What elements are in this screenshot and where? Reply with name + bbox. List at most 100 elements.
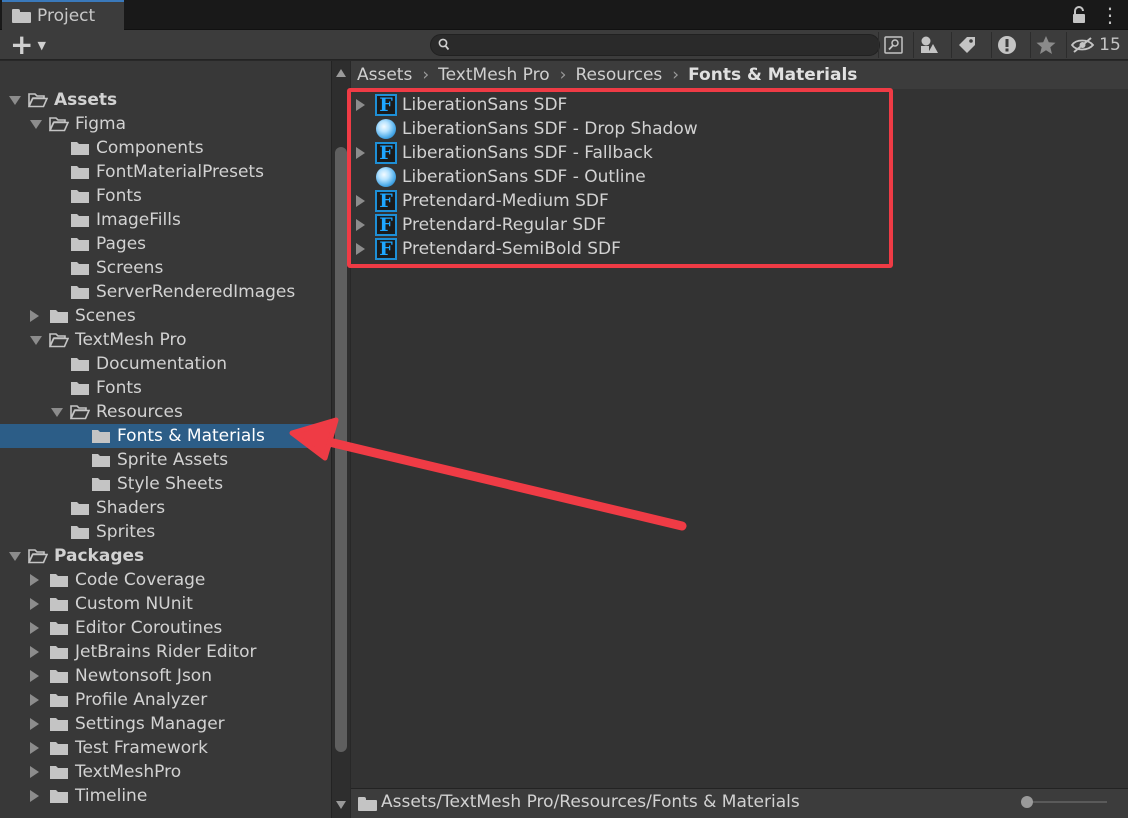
tree-item-label: Screens [96,258,164,278]
more-options-icon[interactable]: ⋮ [1100,5,1120,25]
search-field[interactable] [430,34,880,56]
asset-item[interactable]: F LiberationSans SDF [351,93,1128,117]
hidden-packages-count: 15 [1099,35,1121,55]
filter-by-label-button[interactable] [951,32,981,58]
slider-knob[interactable] [1021,796,1033,808]
expand-arrow-down-icon[interactable] [9,96,21,105]
hidden-packages-toggle[interactable]: 15 [1066,32,1124,58]
asset-item[interactable]: LiberationSans SDF - Drop Shadow [351,117,1128,141]
tree-item[interactable]: TextMeshPro [0,760,331,784]
tree-item[interactable]: JetBrains Rider Editor [0,640,331,664]
warning-icon [997,36,1016,54]
expand-arrow-right-icon[interactable] [30,742,39,754]
expand-arrow-down-icon[interactable] [30,120,42,129]
icon-size-slider[interactable] [1021,792,1111,812]
expand-arrow-right-icon[interactable] [30,646,39,658]
tree-item[interactable]: ImageFills [0,208,331,232]
tree-item[interactable]: FontMaterialPresets [0,160,331,184]
tree-item[interactable]: Fonts [0,376,331,400]
tree-item-label: Packages [54,546,145,566]
breadcrumb-assets[interactable]: Assets [357,65,412,85]
tree-item[interactable]: Fonts & Materials [0,424,331,448]
tree-item[interactable]: TextMesh Pro [0,328,331,352]
folder-icon [70,260,89,275]
expand-arrow-right-icon[interactable] [30,574,39,586]
tree-item[interactable]: Custom NUnit [0,592,331,616]
asset-item[interactable]: LiberationSans SDF - Outline [351,165,1128,189]
search-by-type-button[interactable] [878,32,908,58]
expand-arrow-down-icon[interactable] [30,336,42,345]
search-input[interactable] [455,37,865,53]
folder-icon [49,788,68,803]
asset-item[interactable]: F Pretendard-Regular SDF [351,213,1128,237]
tree-item[interactable]: Editor Coroutines [0,616,331,640]
tree-item[interactable]: Packages [0,544,331,568]
expand-arrow-right-icon[interactable] [356,195,365,207]
expand-arrow-right-icon[interactable] [30,790,39,802]
status-bar: Assets/TextMesh Pro/Resources/Fonts & Ma… [351,788,1128,818]
asset-item[interactable]: F Pretendard-SemiBold SDF [351,237,1128,261]
tree-item[interactable]: Profile Analyzer [0,688,331,712]
expand-arrow-down-icon[interactable] [51,408,63,417]
tree-item[interactable]: Sprite Assets [0,448,331,472]
expand-arrow-right-icon[interactable] [30,694,39,706]
scrollbar-thumb[interactable] [335,147,347,752]
font-asset-icon: F [375,142,397,164]
filter-by-type-button[interactable] [913,32,943,58]
expand-arrow-right-icon[interactable] [30,598,39,610]
asset-item-label: LiberationSans SDF - Outline [402,167,646,187]
expand-arrow-right-icon[interactable] [356,219,365,231]
tree-item[interactable]: Documentation [0,352,331,376]
tree-item[interactable]: Newtonsoft Json [0,664,331,688]
tree-item[interactable]: Code Coverage [0,568,331,592]
project-tab-label: Project [37,6,96,26]
tree-item[interactable]: Scenes [0,304,331,328]
expand-arrow-right-icon[interactable] [356,147,365,159]
expand-arrow-right-icon[interactable] [356,99,365,111]
tree-item[interactable]: Timeline [0,784,331,808]
tag-icon [958,37,975,53]
filter-log-type-button[interactable] [991,32,1021,58]
asset-item-label: LiberationSans SDF [402,95,568,115]
tree-item[interactable]: Shaders [0,496,331,520]
expand-arrow-right-icon[interactable] [30,718,39,730]
tree-item[interactable]: Resources [0,400,331,424]
eye-slash-icon [1071,37,1095,53]
folder-icon [358,797,377,811]
font-asset-icon: F [375,190,397,212]
tree-item-label: Profile Analyzer [75,690,208,710]
scroll-down-arrow-icon[interactable] [336,801,346,809]
expand-arrow-right-icon[interactable] [30,670,39,682]
slider-track [1027,801,1107,803]
tree-item[interactable]: Settings Manager [0,712,331,736]
tree-item[interactable]: Test Framework [0,736,331,760]
tree-item[interactable]: Fonts [0,184,331,208]
expand-arrow-down-icon[interactable] [9,552,21,561]
favorites-button[interactable] [1030,32,1060,58]
folder-icon [49,692,68,707]
expand-arrow-right-icon[interactable] [356,243,365,255]
tree-item[interactable]: Figma [0,112,331,136]
asset-item[interactable]: F LiberationSans SDF - Fallback [351,141,1128,165]
breadcrumb-resources[interactable]: Resources [575,65,662,85]
search-window-icon [883,36,903,54]
expand-arrow-right-icon[interactable] [30,766,39,778]
create-button[interactable]: + ▼ [6,31,52,59]
scroll-up-arrow-icon[interactable] [336,69,346,77]
breadcrumb-textmesh-pro[interactable]: TextMesh Pro [438,65,550,85]
expand-arrow-right-icon[interactable] [30,310,39,322]
tree-item[interactable]: Pages [0,232,331,256]
shapes-icon [920,36,938,53]
tree-item[interactable]: ServerRenderedImages [0,280,331,304]
tree-item[interactable]: Sprites [0,520,331,544]
lock-icon[interactable] [1072,6,1086,24]
expand-arrow-right-icon[interactable] [30,622,39,634]
tree-scrollbar[interactable] [331,61,350,818]
asset-item[interactable]: F Pretendard-Medium SDF [351,189,1128,213]
tree-item[interactable]: Screens [0,256,331,280]
breadcrumb-current[interactable]: Fonts & Materials [688,65,857,85]
project-tab[interactable]: Project [2,0,124,30]
tree-item[interactable]: Components [0,136,331,160]
tree-item[interactable]: Style Sheets [0,472,331,496]
tree-item[interactable]: Assets [0,88,331,112]
